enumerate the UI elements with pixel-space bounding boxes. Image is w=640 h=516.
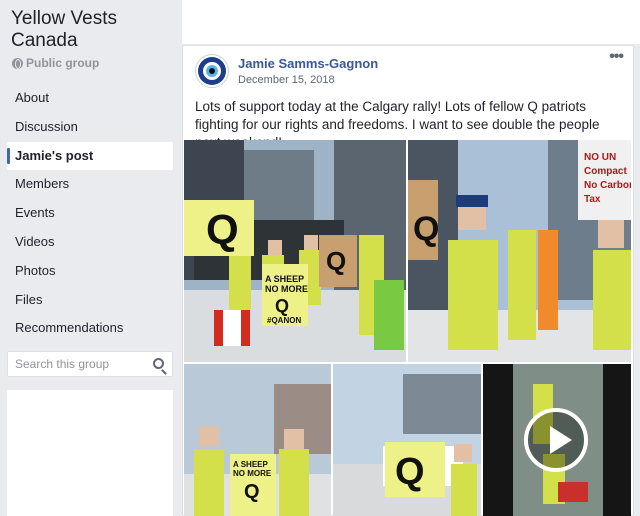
svg-text:NO MORE: NO MORE [233,469,272,478]
sidebar-item-files[interactable]: Files [7,286,173,315]
globe-icon [12,57,23,69]
group-search [7,351,173,377]
svg-text:Q: Q [275,296,289,316]
svg-text:Q: Q [413,210,439,248]
svg-text:Compact: Compact [584,166,627,177]
sidebar-item-recommendations[interactable]: Recommendations [7,314,173,343]
sidebar-panel [7,390,173,516]
sidebar-item-photos[interactable]: Photos [7,257,173,286]
svg-text:Q: Q [326,246,346,276]
svg-text:A SHEEP: A SHEEP [233,460,268,469]
avatar[interactable] [195,54,229,88]
privacy-label: Public group [26,56,100,70]
sidebar-item-members[interactable]: Members [7,170,173,199]
group-nav: About Discussion Jamie's post Members Ev… [7,84,173,343]
post-card: Jamie Samms-Gagnon December 15, 2018 •••… [182,45,634,516]
sidebar-item-about[interactable]: About [7,84,173,113]
group-sidebar: Yellow Vests Canada Public group About D… [0,0,182,516]
post-photo-2[interactable]: Q NO UN Compact No Carbon Tax [408,140,631,362]
post-photo-3[interactable]: A SHEEP NO MORE Q [184,364,331,516]
svg-text:#QANON: #QANON [267,316,301,325]
search-input[interactable] [8,352,146,376]
sidebar-item-discussion[interactable]: Discussion [7,113,173,142]
top-panel [182,0,640,44]
svg-text:NO UN: NO UN [584,152,616,163]
svg-text:No Carbon: No Carbon [584,180,631,191]
more-options-icon[interactable]: ••• [609,48,624,66]
svg-text:Q: Q [206,206,239,253]
svg-text:NO MORE: NO MORE [265,284,308,294]
svg-text:Tax: Tax [584,194,601,205]
search-icon[interactable] [153,358,164,369]
svg-text:A SHEEP: A SHEEP [265,274,304,284]
sidebar-item-jamies-post[interactable]: Jamie's post [7,141,173,171]
group-name[interactable]: Yellow Vests Canada [11,8,176,52]
svg-text:Q: Q [395,451,425,493]
post-photo-1[interactable]: Q A SHEEP NO MORE Q #QANON Q [184,140,406,362]
sidebar-item-videos[interactable]: Videos [7,228,173,257]
play-icon[interactable] [524,408,588,472]
sidebar-item-events[interactable]: Events [7,199,173,228]
group-privacy: Public group [12,56,99,70]
svg-text:Q: Q [244,481,260,503]
post-photo-4[interactable]: Q [333,364,481,516]
post-date[interactable]: December 15, 2018 [238,74,335,86]
post-author[interactable]: Jamie Samms-Gagnon [238,56,378,71]
post-video[interactable] [483,364,631,516]
